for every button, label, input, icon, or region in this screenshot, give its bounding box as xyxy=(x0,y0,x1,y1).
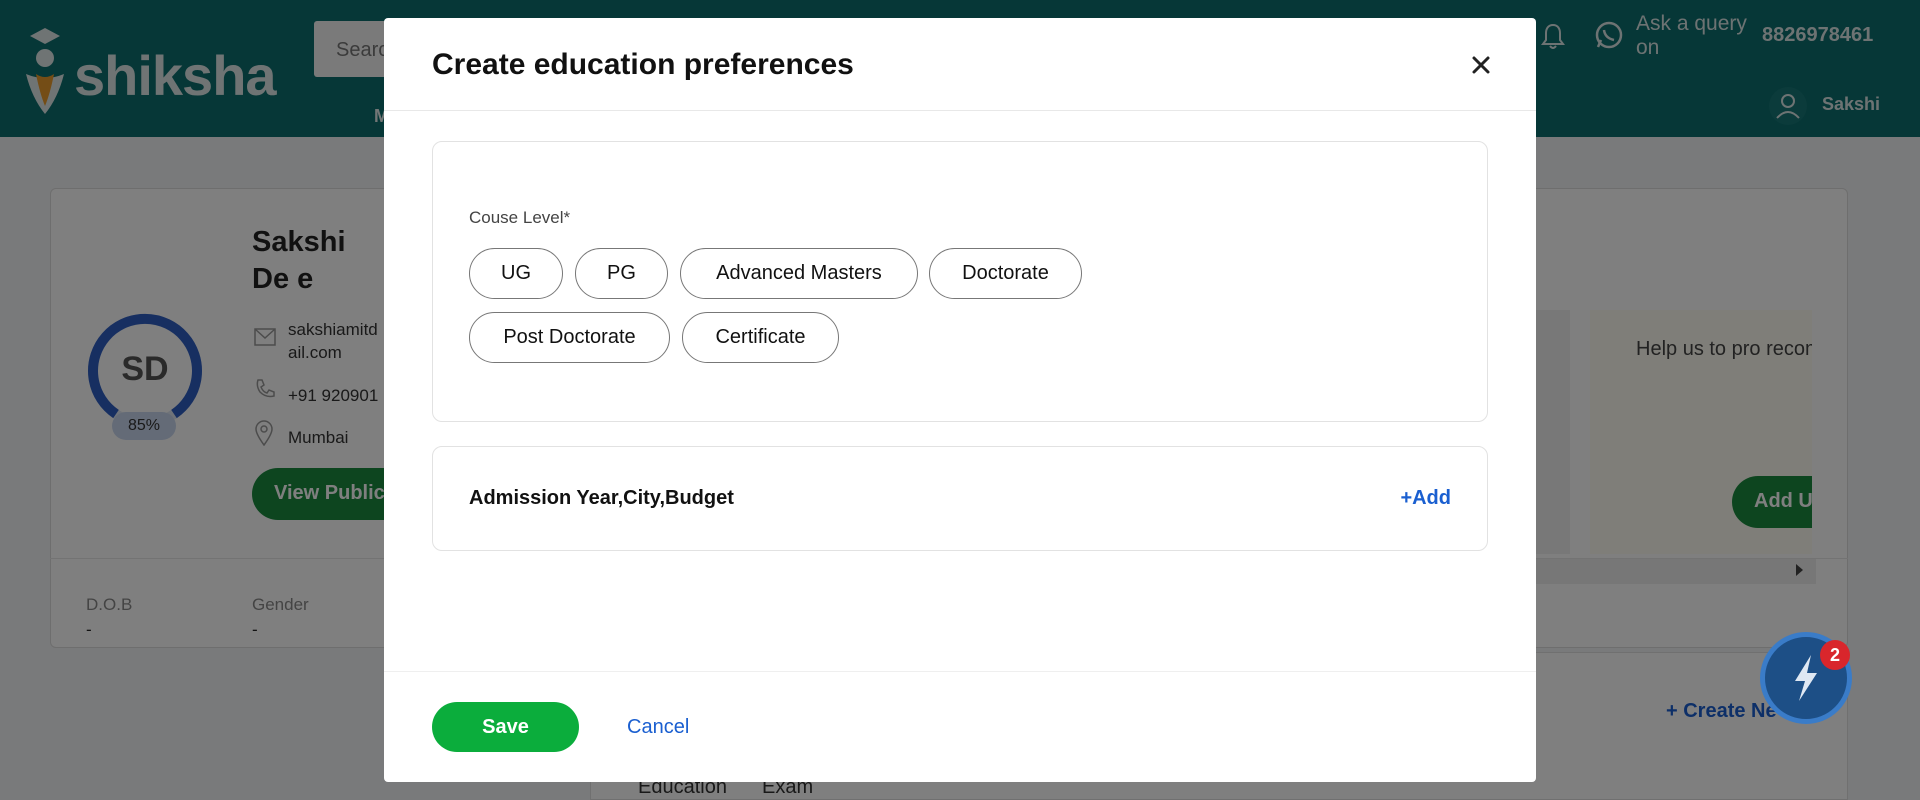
chip-doctorate[interactable]: Doctorate xyxy=(929,248,1082,299)
chip-certificate[interactable]: Certificate xyxy=(682,312,839,363)
admission-section: Admission Year,City,Budget +Add xyxy=(432,446,1488,551)
admission-label: Admission Year,City,Budget xyxy=(469,487,734,509)
notification-badge: 2 xyxy=(1820,640,1850,670)
chip-advanced-masters[interactable]: Advanced Masters xyxy=(680,248,918,299)
chip-pg[interactable]: PG xyxy=(575,248,668,299)
add-admission-link[interactable]: +Add xyxy=(1400,487,1451,510)
chip-post-doctorate[interactable]: Post Doctorate xyxy=(469,312,670,363)
save-button[interactable]: Save xyxy=(432,702,579,752)
modal-title: Create education preferences xyxy=(432,48,854,81)
close-icon[interactable] xyxy=(1466,50,1496,80)
chip-ug[interactable]: UG xyxy=(469,248,563,299)
course-level-section: Couse Level* UG PG Advanced Masters Doct… xyxy=(432,141,1488,422)
education-preferences-modal: Create education preferences Couse Level… xyxy=(384,18,1536,782)
modal-header: Create education preferences xyxy=(384,18,1536,111)
modal-footer xyxy=(384,671,1536,672)
cancel-button[interactable]: Cancel xyxy=(627,716,689,739)
course-level-label: Couse Level* xyxy=(469,208,571,227)
